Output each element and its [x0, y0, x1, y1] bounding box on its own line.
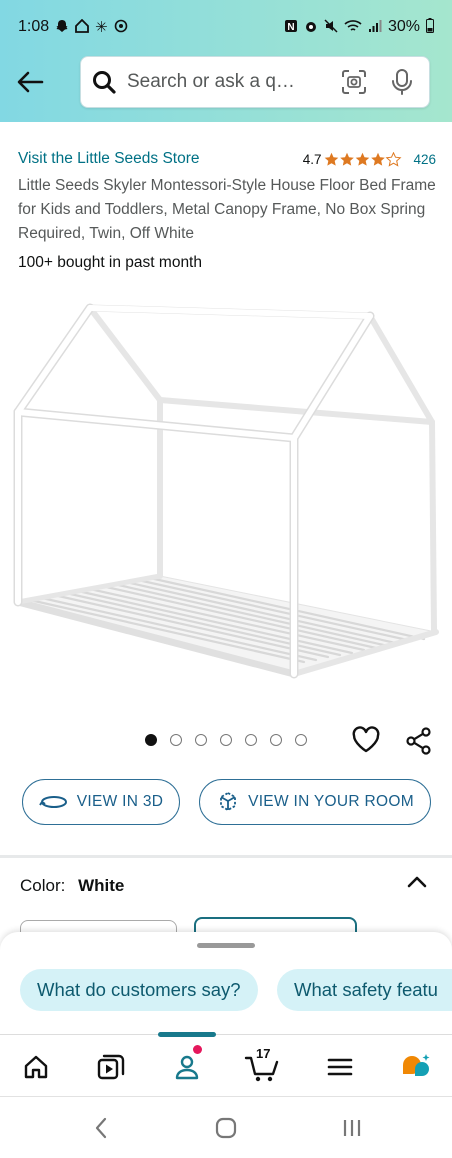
rating-value: 4.7 [302, 151, 322, 167]
signal-icon [368, 19, 382, 36]
bed-frame-image [13, 303, 439, 679]
alarm-icon [304, 19, 318, 36]
walmart-spark-icon: ✳ [95, 19, 108, 36]
battery-icon [426, 18, 434, 36]
battery-percent: 30% [387, 18, 420, 35]
microphone-icon[interactable] [391, 68, 413, 96]
active-tab-indicator [158, 1032, 216, 1037]
system-home-button[interactable] [211, 1115, 241, 1141]
suggestion-chip[interactable]: What do customers say? [20, 969, 258, 1011]
back-button[interactable] [12, 64, 48, 100]
nav-cart[interactable]: 17 [243, 1046, 283, 1085]
image-carousel-dots[interactable] [145, 734, 307, 746]
section-divider [0, 855, 452, 858]
rufus-chat-icon [403, 1054, 430, 1076]
ar-cube-icon [220, 791, 236, 812]
share-icon [406, 727, 431, 755]
status-bar: 1:08 ✳ N 30% [0, 0, 452, 54]
mute-icon [324, 18, 338, 36]
color-selector-header[interactable]: Color: White [20, 876, 124, 896]
share-button[interactable] [404, 726, 434, 756]
carousel-dot[interactable] [145, 734, 157, 746]
home-alert-icon [75, 18, 90, 36]
store-rating-row: Visit the Little Seeds Store 4.7 426 [18, 150, 436, 168]
rating-summary[interactable]: 4.7 426 [303, 152, 436, 167]
carousel-dot[interactable] [295, 734, 307, 746]
view-in-3d-button[interactable]: VIEW IN 3D [22, 779, 180, 825]
carousel-dot[interactable] [220, 734, 232, 746]
carousel-dot[interactable] [245, 734, 257, 746]
carousel-dot[interactable] [170, 734, 182, 746]
app-header: 1:08 ✳ N 30% Search or ask a q… [0, 0, 452, 122]
snapchat-icon [55, 19, 69, 36]
carousel-dot[interactable] [195, 734, 207, 746]
collapse-color-button[interactable] [404, 869, 430, 895]
nav-rufus[interactable] [396, 1049, 436, 1085]
target-icon [114, 19, 128, 36]
search-input[interactable]: Search or ask a q… [127, 71, 341, 93]
bought-count: 100+ bought in past month [18, 254, 202, 271]
video-play-icon [97, 1054, 125, 1080]
cart-count: 17 [256, 1046, 271, 1061]
hamburger-menu-icon [327, 1058, 353, 1076]
home-icon [24, 1055, 48, 1079]
system-recents-button[interactable] [337, 1115, 367, 1141]
arrow-left-icon [17, 71, 44, 93]
view-in-3d-label: VIEW IN 3D [76, 793, 164, 810]
rotate-3d-icon [38, 796, 67, 808]
add-to-list-button[interactable] [350, 724, 382, 756]
product-title: Little Seeds Skyler Montessori-Style Hou… [18, 177, 436, 242]
search-icon [91, 69, 117, 95]
nfc-icon: N [284, 19, 298, 36]
status-time: 1:08 [18, 18, 50, 35]
view-in-room-button[interactable]: VIEW IN YOUR ROOM [199, 779, 431, 825]
nav-home[interactable] [16, 1049, 56, 1085]
view-in-room-label: VIEW IN YOUR ROOM [248, 793, 414, 810]
wifi-icon [344, 19, 362, 36]
sheet-drag-handle[interactable] [197, 943, 255, 948]
store-link[interactable]: Visit the Little Seeds Store [18, 150, 200, 168]
color-value: White [78, 876, 125, 895]
svg-text:N: N [287, 22, 294, 33]
rating-count[interactable]: 426 [413, 152, 436, 167]
chevron-up-icon [407, 876, 427, 888]
notification-dot [193, 1045, 202, 1054]
rounded-square-icon [215, 1117, 237, 1139]
carousel-dot[interactable] [270, 734, 282, 746]
recents-icon [343, 1120, 361, 1136]
nav-menu[interactable] [320, 1049, 360, 1085]
search-bar[interactable]: Search or ask a q… [80, 56, 430, 108]
nav-account[interactable] [167, 1045, 207, 1085]
person-icon [175, 1055, 199, 1080]
product-page: 1:08 ✳ N 30% Search or ask a q… Visit th… [0, 0, 452, 1158]
nav-video[interactable] [91, 1049, 131, 1085]
system-back-button[interactable] [86, 1115, 116, 1141]
stars-icon [325, 151, 402, 166]
color-label: Color: [20, 876, 66, 895]
system-navigation-bar [0, 1096, 452, 1158]
rufus-suggestion-sheet: What do customers say? What safety featu [0, 932, 452, 1034]
bottom-navigation: 17 [0, 1032, 452, 1096]
star-rating [324, 151, 402, 167]
camera-scan-icon[interactable] [341, 69, 367, 95]
chevron-left-icon [95, 1117, 107, 1139]
product-image[interactable] [0, 290, 452, 700]
heart-icon [352, 726, 380, 753]
suggestion-chip[interactable]: What safety featu [277, 969, 452, 1011]
